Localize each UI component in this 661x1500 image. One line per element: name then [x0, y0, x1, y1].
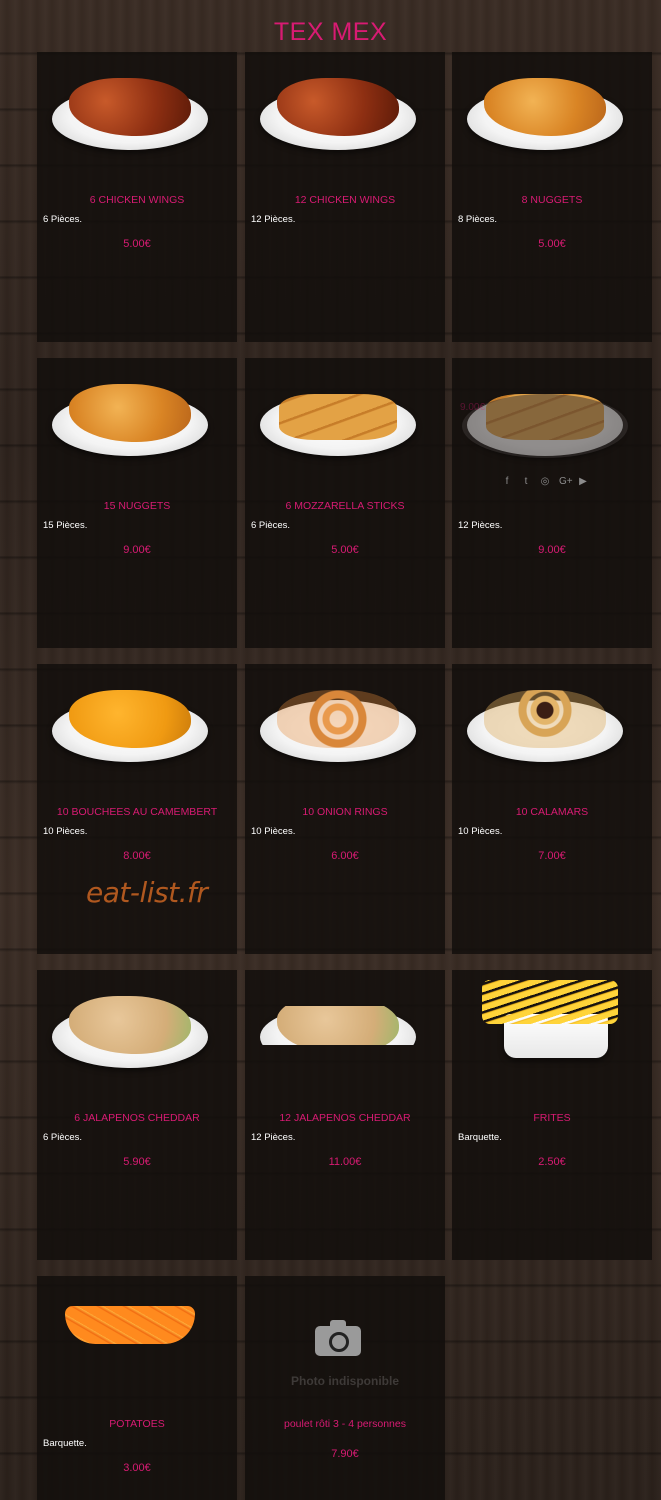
item-description: 10 Pièces. — [43, 826, 88, 837]
item-price: 7.00€ — [538, 850, 566, 862]
item-name: 15 NUGGETS — [103, 500, 171, 512]
menu-item-card[interactable]: 12 JALAPENOS CHEDDAR 12 Pièces. 11.00€ — [245, 970, 445, 1260]
item-description: 10 Pièces. — [251, 826, 296, 837]
item-name: poulet rôti 3 - 4 personnes — [284, 1418, 406, 1430]
item-name: 10 BOUCHEES AU CAMEMBERT — [56, 806, 218, 818]
menu-item-card[interactable]: 8 NUGGETS 8 Pièces. 5.00€ — [452, 52, 652, 342]
item-price: 3.00€ — [123, 1462, 151, 1474]
item-description: Barquette. — [458, 1132, 502, 1143]
facebook-icon[interactable]: f — [502, 476, 512, 487]
item-name: 6 CHICKEN WINGS — [89, 194, 185, 206]
item-price: 8.00€ — [123, 850, 151, 862]
menu-item-card[interactable]: 15 NUGGETS 15 Pièces. 9.00€ — [37, 358, 237, 648]
hover-overlay: 9.00€ f t ◎ G+ ▶ — [452, 358, 652, 508]
youtube-icon[interactable]: ▶ — [578, 476, 588, 487]
item-price: 11.00€ — [328, 1156, 362, 1168]
item-description: 6 Pièces. — [251, 520, 291, 531]
item-name: 8 NUGGETS — [521, 194, 583, 206]
item-name: 6 JALAPENOS CHEDDAR — [74, 1112, 200, 1124]
menu-item-card[interactable]: 6 CHICKEN WINGS 6 Pièces. 5.00€ — [37, 52, 237, 342]
overlay-dim — [462, 394, 628, 458]
menu-item-card[interactable]: 6 JALAPENOS CHEDDAR 6 Pièces. 5.90€ — [37, 970, 237, 1260]
item-description: 6 Pièces. — [43, 214, 83, 225]
dish-food — [277, 690, 399, 748]
item-description: 6 Pièces. — [43, 1132, 83, 1143]
menu-item-card[interactable]: FRITES Barquette. 2.50€ — [452, 970, 652, 1260]
item-price: 2.50€ — [538, 1156, 566, 1168]
item-price: 9.00€ — [538, 544, 566, 556]
dish-food — [484, 690, 606, 748]
menu-item-card[interactable]: POTATOES Barquette. 3.00€ — [37, 1276, 237, 1500]
watermark: eat-list.fr — [86, 876, 208, 909]
social-links: f t ◎ G+ ▶ — [502, 476, 588, 487]
menu-item-card[interactable]: 10 ONION RINGS 10 Pièces. 6.00€ — [245, 664, 445, 954]
item-description: 12 Pièces. — [458, 520, 503, 531]
item-name: POTATOES — [109, 1418, 165, 1430]
item-name: 12 CHICKEN WINGS — [294, 194, 396, 206]
item-name: 10 ONION RINGS — [302, 806, 388, 818]
page-title: TEX MEX — [273, 18, 388, 46]
item-price: 6.00€ — [331, 850, 359, 862]
item-price: 9.00€ — [123, 544, 151, 556]
menu-item-card[interactable]: 10 CALAMARS 10 Pièces. 7.00€ — [452, 664, 652, 954]
dish-food — [482, 980, 618, 1024]
item-description: 12 Pièces. — [251, 1132, 296, 1143]
item-name: 10 CALAMARS — [515, 806, 589, 818]
item-name: FRITES — [533, 1112, 571, 1124]
overlay-price: 9.00€ — [460, 402, 486, 413]
item-description: 15 Pièces. — [43, 520, 88, 531]
item-description: 12 Pièces. — [251, 214, 296, 225]
item-price: 5.00€ — [331, 544, 359, 556]
instagram-icon[interactable]: ◎ — [540, 476, 550, 487]
menu-item-card[interactable]: 10 BOUCHEES AU CAMEMBERT 10 Pièces. 8.00… — [37, 664, 237, 954]
item-price: 5.00€ — [123, 238, 151, 250]
dish-photo — [65, 1306, 195, 1344]
item-price: 7.90€ — [331, 1448, 359, 1460]
item-price: 5.00€ — [538, 238, 566, 250]
item-description: 10 Pièces. — [458, 826, 503, 837]
dish-food — [277, 1006, 399, 1045]
item-name: 12 JALAPENOS CHEDDAR — [279, 1112, 411, 1124]
menu-item-card[interactable]: Photo indisponible poulet rôti 3 - 4 per… — [245, 1276, 445, 1500]
camera-icon — [315, 1320, 361, 1356]
dish-photo — [260, 1006, 416, 1045]
menu-item-card[interactable]: 6 MOZZARELLA STICKS 6 Pièces. 5.00€ — [245, 358, 445, 648]
item-description: 8 Pièces. — [458, 214, 498, 225]
placeholder-text: Photo indisponible — [291, 1374, 399, 1388]
item-price: 5.90€ — [123, 1156, 151, 1168]
google-plus-icon[interactable]: G+ — [559, 476, 573, 487]
menu-item-card[interactable]: 12 CHICKEN WINGS 12 Pièces. — [245, 52, 445, 342]
menu-item-card-hovered[interactable]: 9.00€ f t ◎ G+ ▶ 12 Pièces. 9.00€ — [452, 358, 652, 648]
twitter-icon[interactable]: t — [521, 476, 531, 487]
item-description: Barquette. — [43, 1438, 87, 1449]
photo-placeholder: Photo indisponible — [245, 1276, 445, 1406]
item-name: 6 MOZZARELLA STICKS — [285, 500, 405, 512]
dish-food — [279, 394, 397, 440]
